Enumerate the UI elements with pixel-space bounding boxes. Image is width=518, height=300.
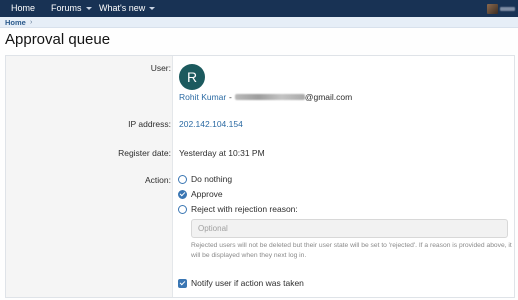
- action-label: Action:: [145, 175, 171, 185]
- username-link[interactable]: Rohit Kumar: [179, 92, 226, 102]
- approve-radio[interactable]: [178, 190, 187, 199]
- nav-home-label: Home: [11, 3, 36, 13]
- nav-whats-new-label: What's new: [99, 3, 146, 13]
- email-redacted: [234, 94, 305, 100]
- nav-forums-label: Forums: [51, 3, 82, 13]
- reject-radio[interactable]: [178, 205, 187, 214]
- rejection-reason-input[interactable]: [191, 219, 508, 238]
- nav-whats-new-link[interactable]: What's new: [99, 0, 156, 17]
- email-separator: -: [229, 92, 232, 102]
- breadcrumb-home[interactable]: Home: [5, 17, 26, 28]
- rejection-hint-text: Rejected users will not be deleted but t…: [191, 242, 512, 259]
- approval-entry-panel: User: IP address: Register date: Action:…: [5, 55, 515, 298]
- ip-address-label: IP address:: [128, 119, 171, 129]
- nav-forums-link[interactable]: Forums: [51, 0, 92, 17]
- do-nothing-radio[interactable]: [178, 175, 187, 184]
- breadcrumb-bar: Home ›: [0, 17, 518, 28]
- register-date-value: Yesterday at 10:31 PM: [179, 148, 265, 158]
- user-email: - @gmail.com: [229, 92, 352, 102]
- do-nothing-label: Do nothing: [191, 174, 233, 184]
- account-username-redacted[interactable]: [500, 7, 515, 11]
- chevron-down-icon[interactable]: [85, 7, 92, 10]
- chevron-down-icon[interactable]: [149, 7, 156, 10]
- chevron-right-icon: ›: [30, 19, 33, 26]
- notify-user-label: Notify user if action was taken: [191, 278, 304, 288]
- ip-address-link[interactable]: 202.142.104.154: [179, 119, 243, 129]
- approve-label: Approve: [191, 189, 223, 199]
- user-label: User:: [150, 63, 171, 73]
- email-domain: @gmail.com: [304, 92, 353, 102]
- top-navigation: Home Forums What's new: [0, 0, 518, 17]
- page-title: Approval queue: [5, 31, 111, 48]
- account-avatar[interactable]: [487, 4, 498, 14]
- notify-user-checkbox[interactable]: [178, 279, 187, 288]
- register-date-label: Register date:: [118, 148, 171, 158]
- nav-home-link[interactable]: Home: [11, 0, 35, 17]
- user-avatar[interactable]: R: [179, 64, 205, 90]
- reject-label: Reject with rejection reason:: [191, 204, 298, 214]
